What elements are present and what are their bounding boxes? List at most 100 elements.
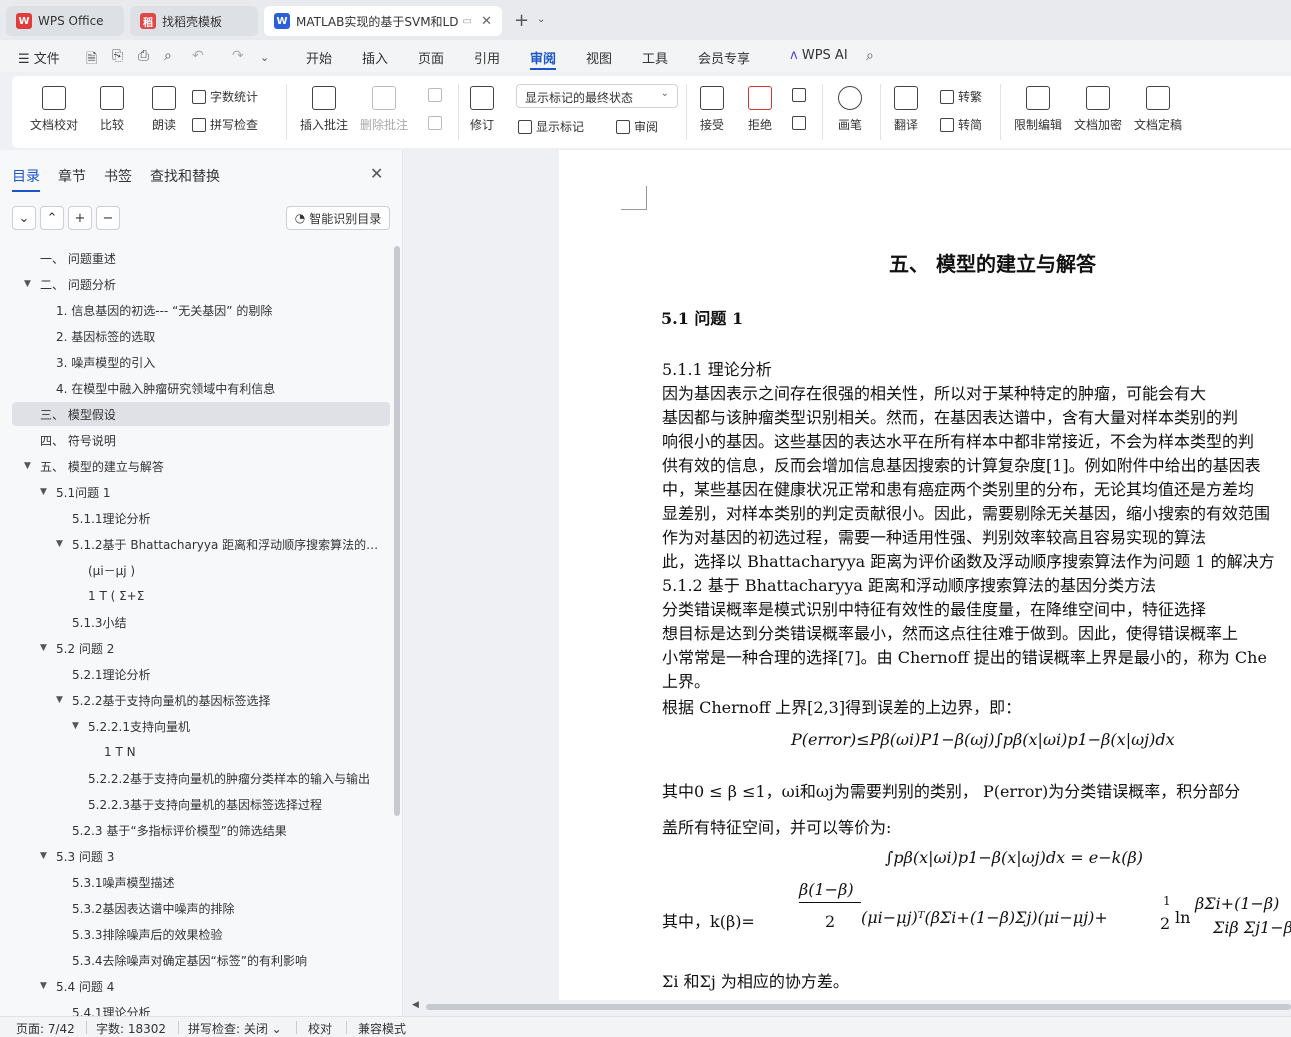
menu-insert[interactable]: 插入 — [362, 48, 388, 67]
doc-finalize-button[interactable]: 文档定稿 — [1134, 86, 1182, 133]
expand-caret-icon[interactable]: ▼ — [56, 695, 63, 705]
toc-item[interactable]: 5.1.3小结 — [12, 610, 390, 634]
toc-item[interactable]: ▼ 5.1.2基于 Bhattacharyya 距离和浮动顺序搜索算法的基 ... — [12, 532, 390, 556]
toc-item[interactable]: 1. 信息基因的初选--- “无关基因” 的剔除 — [12, 298, 390, 322]
toc-item[interactable]: 5.1.1理论分析 — [12, 506, 390, 530]
search-icon[interactable]: ⌕ — [866, 48, 874, 64]
spell-check-status[interactable]: 拼写检查: 关闭 ⌄ — [188, 1020, 282, 1037]
proofread-button[interactable]: 文档校对 — [30, 86, 78, 133]
word-count-button[interactable]: 字数统计 — [192, 88, 258, 105]
collapse-down-icon[interactable]: ⌄ — [12, 206, 36, 230]
menu-reference[interactable]: 引用 — [474, 48, 500, 67]
toc-item[interactable]: ▼ 5.2 问题 2 — [12, 636, 390, 660]
toc-item[interactable]: 1 T ( Σ+Σ — [12, 584, 390, 608]
toc-item[interactable]: 2. 基因标签的选取 — [12, 324, 390, 348]
word-count-indicator[interactable]: 字数: 18302 — [96, 1020, 166, 1037]
close-panel-icon[interactable]: ✕ — [370, 164, 383, 183]
translate-button[interactable]: 翻译 — [894, 86, 918, 133]
toc-item[interactable]: 5.3.2基因表达谱中噪声的排除 — [12, 896, 390, 920]
toc-item[interactable]: 5.3.1噪声模型描述 — [12, 870, 390, 894]
toc-item[interactable]: 1 T N — [12, 740, 390, 764]
reject-button[interactable]: 拒绝 — [748, 86, 772, 133]
toc-item[interactable]: ▼ 5.1问题 1 — [12, 480, 390, 504]
horizontal-scrollbar[interactable]: ◀ — [412, 1000, 1291, 1012]
read-aloud-button[interactable]: 朗读 — [152, 86, 176, 133]
scroll-thumb[interactable] — [426, 1004, 1291, 1010]
prev-comment-button[interactable] — [428, 88, 446, 102]
menu-start[interactable]: 开始 — [306, 48, 332, 67]
print-preview-icon[interactable]: ⌕ — [164, 48, 172, 64]
toc-item[interactable]: 4. 在模型中融入肿瘤研究领域中有利信息 — [12, 376, 390, 400]
undo-icon[interactable]: ↶ — [192, 48, 204, 64]
print-icon[interactable]: ⎙ — [138, 48, 149, 64]
smart-toc-button[interactable]: ◔ 智能识别目录 — [286, 206, 390, 230]
file-menu[interactable]: ☰ 文件 — [18, 48, 60, 67]
toc-item[interactable]: ▼ 5.4 问题 4 — [12, 974, 390, 998]
tab-chapters[interactable]: 章节 — [58, 166, 86, 186]
more-chevron-icon[interactable]: ⌄ — [260, 51, 269, 64]
toc-item[interactable]: 3. 噪声模型的引入 — [12, 350, 390, 374]
revise-button[interactable]: 修订 — [470, 86, 494, 133]
next-change-button[interactable] — [792, 116, 810, 130]
toc-item[interactable]: 5.3.3排除噪声后的效果检验 — [12, 922, 390, 946]
menu-member[interactable]: 会员专享 — [698, 48, 750, 67]
insert-comment-button[interactable]: 插入批注 — [300, 86, 348, 133]
toc-item[interactable]: ▼ 二、 问题分析 — [12, 272, 390, 296]
toc-item[interactable]: 5.4.1理论分析 — [12, 1000, 390, 1017]
restrict-edit-button[interactable]: 限制编辑 — [1014, 86, 1062, 133]
expand-caret-icon[interactable]: ▼ — [24, 279, 31, 289]
accept-button[interactable]: 接受 — [700, 86, 724, 133]
tab-wps-office[interactable]: W WPS Office — [6, 6, 124, 36]
toc-item[interactable]: 三、 模型假设 — [12, 402, 390, 426]
toc-item[interactable]: (μi－μj ) — [12, 558, 390, 582]
menu-tools[interactable]: 工具 — [642, 48, 668, 67]
window-icon[interactable]: ▭ — [462, 16, 471, 27]
expand-caret-icon[interactable]: ▼ — [24, 461, 31, 471]
doc-encrypt-button[interactable]: 文档加密 — [1074, 86, 1122, 133]
tab-template[interactable]: 稻 找稻壳模板 — [130, 6, 258, 36]
next-comment-button[interactable] — [428, 116, 446, 130]
add-heading-icon[interactable]: + — [68, 206, 92, 230]
toc-item[interactable]: 一、 问题重述 — [12, 246, 390, 270]
expand-caret-icon[interactable]: ▼ — [40, 851, 47, 861]
delete-comment-button[interactable]: 删除批注 — [360, 86, 408, 133]
toc-item[interactable]: ▼ 5.2.2.1支持向量机 — [12, 714, 390, 738]
collapse-up-icon[interactable]: ⌃ — [40, 206, 64, 230]
toc-item[interactable]: 5.2.3 基于“多指标评价模型”的筛选结果 — [12, 818, 390, 842]
expand-caret-icon[interactable]: ▼ — [40, 487, 47, 497]
compare-button[interactable]: 比较 — [100, 86, 124, 133]
menu-page[interactable]: 页面 — [418, 48, 444, 67]
expand-caret-icon[interactable]: ▼ — [72, 721, 79, 731]
proof-status[interactable]: 校对 — [308, 1020, 332, 1037]
prev-change-button[interactable] — [792, 88, 810, 102]
markup-state-select[interactable]: 显示标记的最终状态 ⌄ — [516, 84, 678, 108]
tab-document[interactable]: W MATLAB实现的基于SVM和LD ▭ ✕ — [264, 6, 502, 36]
toc-item[interactable]: 5.2.2.2基于支持向量机的肿瘤分类样本的输入与输出 — [12, 766, 390, 790]
chevron-down-icon[interactable]: ⌄ — [537, 14, 545, 25]
menu-view[interactable]: 视图 — [586, 48, 612, 67]
to-simplified-button[interactable]: 转简 — [940, 116, 982, 133]
tab-toc[interactable]: 目录 — [12, 166, 40, 192]
toc-item[interactable]: 5.3.4去除噪声对确定基因“标签”的有利影响 — [12, 948, 390, 972]
toc-item[interactable]: ▼ 5.3 问题 3 — [12, 844, 390, 868]
show-markup-button[interactable]: 显示标记 — [518, 118, 584, 135]
spell-check-button[interactable]: 拼写检查 — [192, 116, 258, 133]
remove-heading-icon[interactable]: − — [96, 206, 120, 230]
tab-bookmarks[interactable]: 书签 — [104, 166, 132, 186]
to-traditional-button[interactable]: 转繁 — [940, 88, 982, 105]
toc-item[interactable]: ▼ 5.2.2基于支持向量机的基因标签选择 — [12, 688, 390, 712]
document-page[interactable]: 五、 模型的建立与解答 5.1 问题 1 5.1.1 理论分析 因为基因表示之间… — [559, 150, 1291, 1000]
redo-icon[interactable]: ↷ — [232, 48, 244, 64]
new-tab-icon[interactable]: + — [514, 10, 529, 31]
toc-item[interactable]: 5.2.2.3基于支持向量机的基因标签选择过程 — [12, 792, 390, 816]
share-icon[interactable]: ⎘ — [112, 48, 123, 64]
save-icon[interactable]: 🗎 — [86, 48, 97, 72]
page-indicator[interactable]: 页面: 7/42 — [16, 1020, 75, 1037]
review-pane-button[interactable]: 审阅 — [616, 118, 658, 135]
toc-item[interactable]: 四、 符号说明 — [12, 428, 390, 452]
menu-review[interactable]: 审阅 — [530, 48, 557, 70]
toc-scrollbar[interactable] — [394, 246, 400, 816]
close-icon[interactable]: ✕ — [481, 14, 492, 29]
expand-caret-icon[interactable]: ▼ — [56, 539, 63, 549]
pen-button[interactable]: 画笔 — [838, 86, 862, 133]
